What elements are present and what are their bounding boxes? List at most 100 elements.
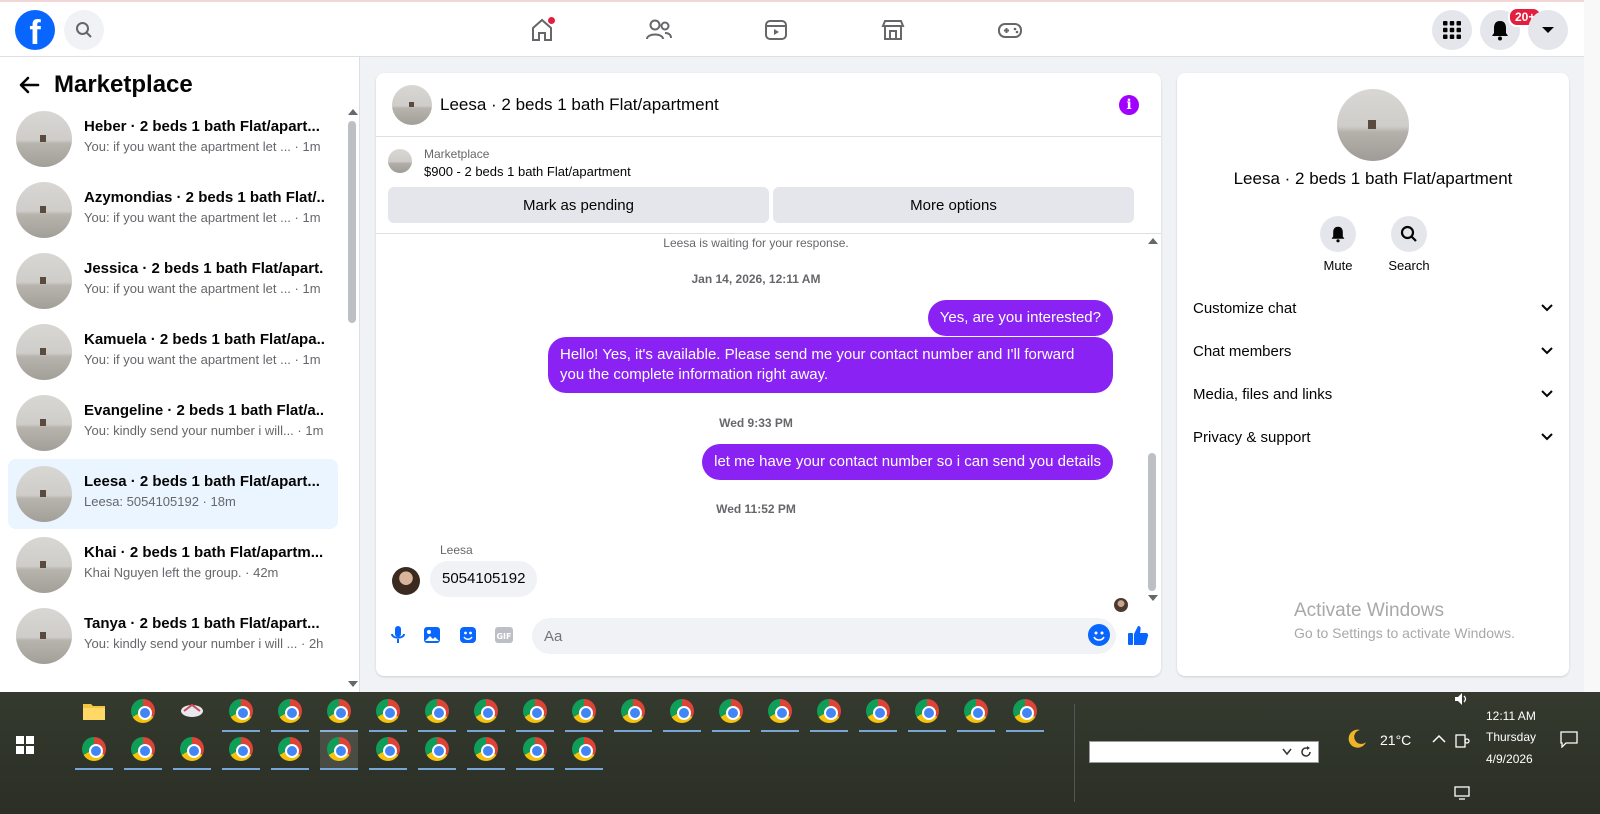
chrome-profile-window[interactable]: [957, 692, 995, 732]
file-explorer-icon[interactable]: [75, 692, 113, 730]
network-icon[interactable]: [1454, 733, 1470, 749]
account-button[interactable]: [1528, 10, 1568, 50]
chrome-profile-window[interactable]: [761, 692, 799, 732]
row-label: Customize chat: [1193, 299, 1297, 317]
facebook-logo[interactable]: f: [15, 10, 55, 50]
chrome-profile-window[interactable]: [516, 730, 554, 770]
conversation-item[interactable]: Tanya · 2 beds 1 bath Flat/apart... You:…: [8, 601, 338, 671]
customize-chat-row[interactable]: Customize chat: [1193, 288, 1553, 328]
search-in-conversation-button[interactable]: Search: [1379, 216, 1439, 273]
voice-clip-button[interactable]: [386, 623, 410, 647]
video-tab[interactable]: [756, 12, 796, 48]
chrome-profile-window[interactable]: [369, 692, 407, 732]
chrome-profile-window[interactable]: [565, 730, 603, 770]
scroll-down-arrow[interactable]: [348, 681, 358, 687]
conversation-item[interactable]: Khai · 2 beds 1 bath Flat/apartm... Khai…: [8, 530, 338, 600]
message-bubble-outgoing[interactable]: Hello! Yes, it's available. Please send …: [548, 337, 1113, 393]
emoji-button[interactable]: [1088, 624, 1110, 646]
home-tab[interactable]: [522, 12, 562, 48]
chrome-profile-window[interactable]: [222, 730, 260, 770]
attach-photo-button[interactable]: [420, 623, 444, 647]
chat-scroll-down-arrow[interactable]: [1148, 595, 1158, 601]
chrome-profile-window-active[interactable]: [320, 730, 358, 770]
chat-title[interactable]: Leesa · 2 beds 1 bath Flat/apartment: [440, 95, 719, 115]
like-button[interactable]: [1126, 623, 1150, 647]
chrome-profile-window[interactable]: [810, 692, 848, 732]
chrome-profile-window[interactable]: [712, 692, 750, 732]
chrome-profile-window[interactable]: [1006, 692, 1044, 732]
listing-price[interactable]: $900 - 2 beds 1 bath Flat/apartment: [424, 164, 631, 179]
chrome-icon: [1013, 699, 1037, 723]
conversation-item[interactable]: Kamuela · 2 beds 1 bath Flat/apa... You:…: [8, 317, 338, 387]
chrome-profile-window[interactable]: [173, 730, 211, 770]
mark-as-pending-button[interactable]: Mark as pending: [388, 187, 769, 223]
sender-avatar[interactable]: [392, 567, 420, 595]
chevron-up-icon[interactable]: [1432, 734, 1446, 744]
message-bubble-outgoing[interactable]: Yes, are you interested?: [927, 300, 1113, 336]
taskbar-address-box[interactable]: [1089, 741, 1319, 763]
gaming-tab[interactable]: [990, 12, 1030, 48]
windows-activation-subtext: Go to Settings to activate Windows.: [1294, 625, 1515, 641]
chrome-profile-window[interactable]: [859, 692, 897, 732]
chrome-profile-window[interactable]: [663, 692, 701, 732]
chrome-profile-window[interactable]: [222, 692, 260, 732]
chrome-browser-icon[interactable]: [124, 692, 162, 730]
app-icon[interactable]: [173, 692, 211, 730]
friends-tab[interactable]: [639, 12, 679, 48]
conversation-item-active[interactable]: Leesa · 2 beds 1 bath Flat/apart... Lees…: [8, 459, 338, 529]
more-options-button[interactable]: More options: [773, 187, 1134, 223]
chrome-profile-window[interactable]: [271, 692, 309, 732]
moon-icon[interactable]: [1345, 727, 1369, 751]
scroll-up-arrow[interactable]: [348, 109, 358, 115]
info-icon[interactable]: i: [1119, 95, 1139, 115]
clock-day[interactable]: Thursday: [1486, 730, 1536, 744]
clock-time[interactable]: 12:11 AM: [1486, 709, 1536, 723]
back-arrow-icon[interactable]: [18, 75, 40, 95]
chrome-profile-window[interactable]: [908, 692, 946, 732]
conversation-item[interactable]: Azymondias · 2 beds 1 bath Flat/... You:…: [8, 175, 338, 245]
chrome-icon: [82, 737, 106, 761]
display-icon[interactable]: [1454, 786, 1470, 800]
message-bubble-incoming[interactable]: 5054105192: [430, 561, 538, 597]
mute-button[interactable]: Mute: [1308, 216, 1368, 273]
clock-date[interactable]: 4/9/2026: [1486, 752, 1533, 766]
conversation-item[interactable]: Evangeline · 2 beds 1 bath Flat/a... You…: [8, 388, 338, 458]
message-input[interactable]: [544, 618, 1064, 654]
windows-start-icon[interactable]: [16, 736, 34, 754]
chrome-profile-window[interactable]: [467, 730, 505, 770]
chrome-icon: [425, 699, 449, 723]
chat-members-row[interactable]: Chat members: [1193, 331, 1553, 371]
chrome-profile-window[interactable]: [124, 730, 162, 770]
speaker-icon[interactable]: [1454, 692, 1470, 706]
listing-photo[interactable]: [1337, 89, 1409, 161]
chrome-profile-window[interactable]: [320, 692, 358, 732]
menu-button[interactable]: [1432, 10, 1472, 50]
page-scrollbar[interactable]: [1584, 0, 1600, 692]
gif-button[interactable]: GIF: [492, 623, 516, 647]
chrome-profile-window[interactable]: [418, 692, 456, 732]
chrome-profile-window[interactable]: [565, 692, 603, 732]
chrome-profile-window[interactable]: [369, 730, 407, 770]
conversation-item[interactable]: Heber · 2 beds 1 bath Flat/apart... You:…: [8, 104, 338, 174]
chrome-icon: [621, 699, 645, 723]
sidebar-scrollbar[interactable]: [348, 121, 356, 323]
chrome-profile-window[interactable]: [271, 730, 309, 770]
privacy-support-row[interactable]: Privacy & support: [1193, 417, 1553, 457]
chat-scroll-up-arrow[interactable]: [1148, 238, 1158, 244]
conversation-item[interactable]: Jessica · 2 beds 1 bath Flat/apart... Yo…: [8, 246, 338, 316]
sticker-button[interactable]: [456, 623, 480, 647]
chrome-profile-window[interactable]: [418, 730, 456, 770]
media-files-links-row[interactable]: Media, files and links: [1193, 374, 1553, 414]
message-bubble-outgoing[interactable]: let me have your contact number so i can…: [702, 444, 1113, 480]
chrome-profile-window[interactable]: [516, 692, 554, 732]
chat-avatar[interactable]: [392, 85, 432, 125]
chrome-profile-window[interactable]: [614, 692, 652, 732]
message-composer[interactable]: [532, 618, 1116, 654]
chat-scrollbar[interactable]: [1148, 453, 1156, 591]
notification-center-icon[interactable]: [1560, 730, 1578, 748]
chrome-profile-window[interactable]: [467, 692, 505, 732]
marketplace-tab[interactable]: [873, 12, 913, 48]
weather-temperature[interactable]: 21°C: [1380, 732, 1411, 748]
chrome-profile-window[interactable]: [75, 730, 113, 770]
search-button[interactable]: [64, 10, 104, 50]
